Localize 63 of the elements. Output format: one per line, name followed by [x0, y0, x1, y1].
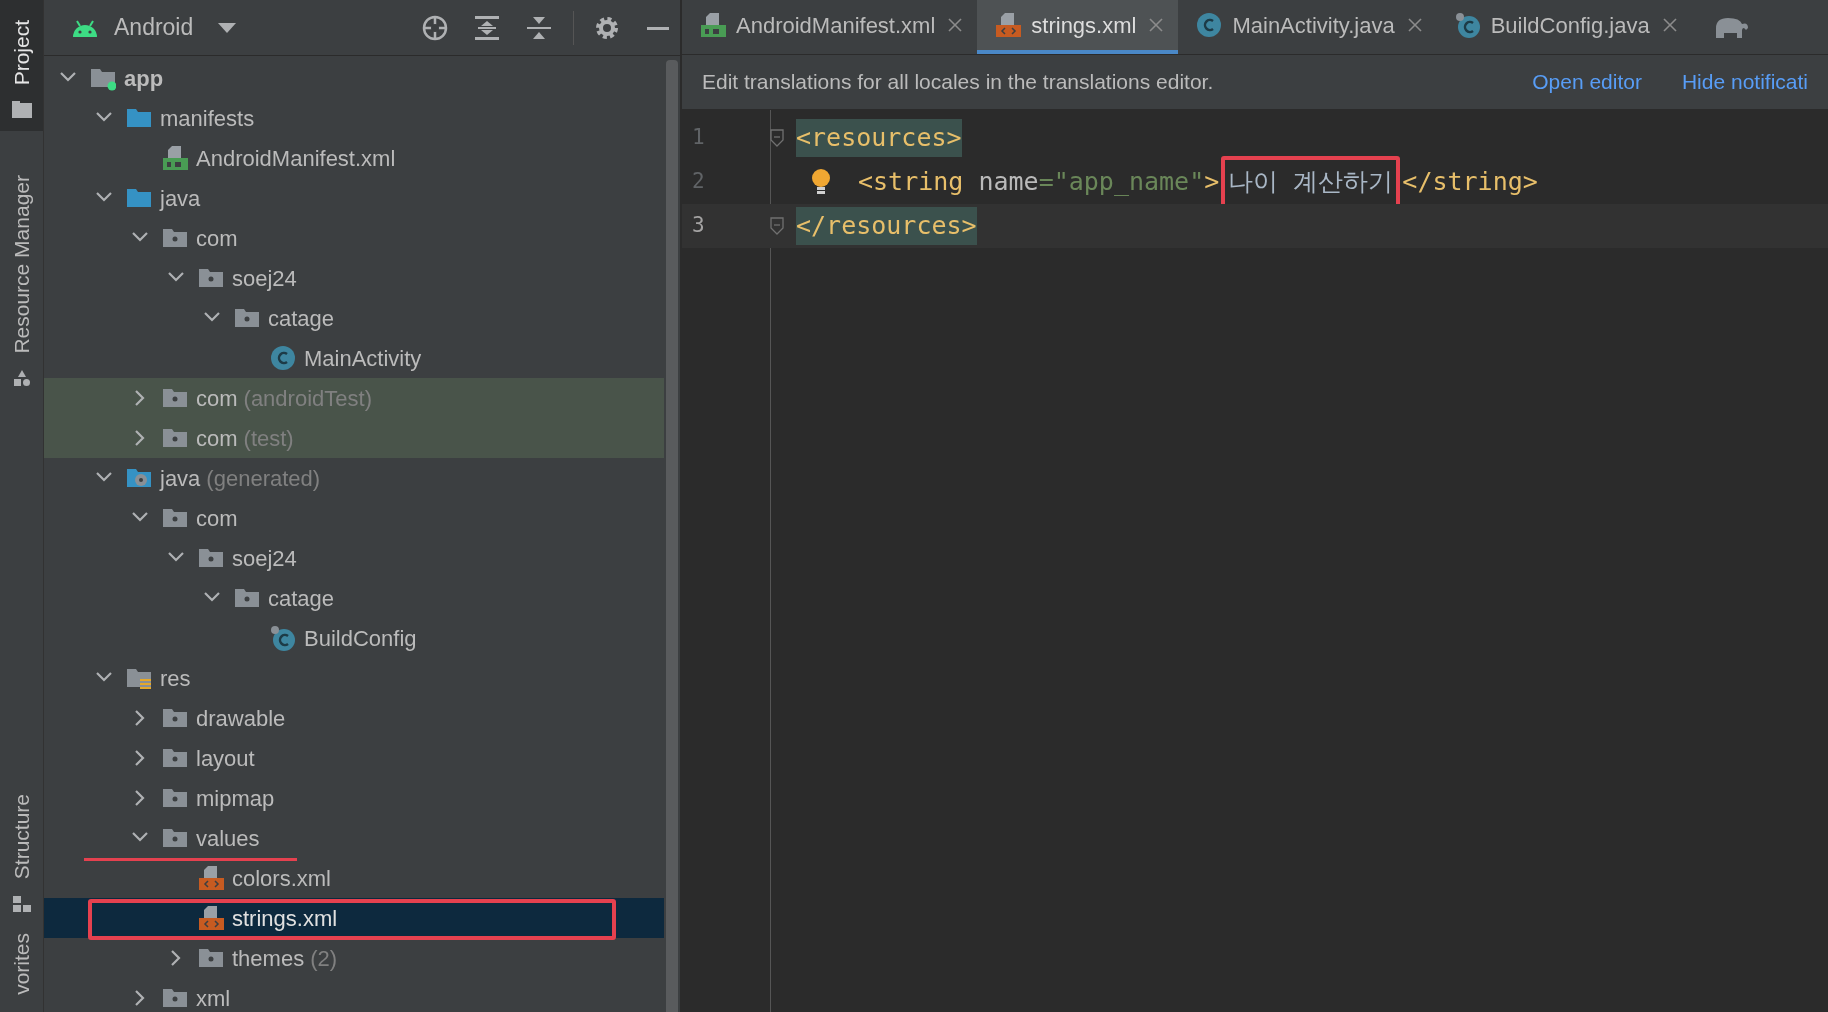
tree-item[interactable]: drawable	[44, 698, 664, 738]
tree-item[interactable]: com	[44, 498, 664, 538]
tool-window-tab[interactable]: Project	[0, 0, 43, 132]
locate-icon[interactable]	[421, 13, 449, 42]
manifest-file-icon	[700, 12, 726, 38]
line-number: 1	[691, 124, 706, 152]
tool-window-tab[interactable]: Structure	[0, 789, 43, 926]
tree-item[interactable]: catage	[44, 578, 664, 618]
tree-item[interactable]: strings.xml	[44, 898, 664, 938]
xml-tag: <resources>	[796, 119, 962, 157]
xml-file-icon	[198, 905, 224, 931]
manifest-file-icon	[162, 145, 188, 171]
xml-file-icon	[198, 865, 224, 891]
expand-all-icon[interactable]	[473, 13, 501, 42]
xml-tag: <string	[858, 163, 964, 201]
tree-item[interactable]: soej24	[44, 258, 664, 298]
tree-item[interactable]: values	[44, 818, 664, 858]
xml-file-icon	[995, 12, 1022, 38]
tree-item[interactable]: BuildConfig	[44, 618, 664, 658]
item-count-label: (2)	[310, 944, 338, 973]
string-text: 나이 계산하기	[1228, 166, 1394, 199]
tree-item[interactable]: app	[44, 58, 664, 98]
notification-link[interactable]: Hide notificati	[1681, 66, 1808, 98]
tree-item[interactable]: xml	[44, 978, 664, 1012]
tree-item[interactable]: java	[44, 178, 664, 218]
caret-icon	[217, 21, 238, 34]
tree-item[interactable]: colors.xml	[44, 858, 664, 898]
editor-tab[interactable]: AndroidManifest.xml	[682, 0, 978, 54]
editor-tab[interactable]: strings.xml	[977, 0, 1179, 54]
tree-item[interactable]: mipmap	[44, 778, 664, 818]
view-dropdown[interactable]: Android	[114, 10, 238, 45]
attribute-value: ="app_name"	[1038, 166, 1205, 199]
attribute-name: name	[977, 166, 1039, 199]
tree-item[interactable]: java (generated)	[44, 458, 664, 498]
settings-icon[interactable]	[594, 14, 620, 41]
editor-tab[interactable]: MainActivity.java	[1178, 0, 1437, 54]
tree-item[interactable]: AndroidManifest.xml	[44, 138, 664, 178]
tree-item[interactable]: soej24	[44, 538, 664, 578]
tree-item[interactable]: themes (2)	[44, 938, 664, 978]
tree-item[interactable]: catage	[44, 298, 664, 338]
tree-item[interactable]: manifests	[44, 98, 664, 138]
tree-item[interactable]: com	[44, 218, 664, 258]
class-icon	[270, 625, 296, 651]
tool-window-tab[interactable]: vorites	[0, 929, 43, 1005]
editor-tab[interactable]: BuildConfig.java	[1436, 0, 1692, 54]
class-icon	[270, 345, 296, 371]
notification-link[interactable]: Open editor	[1532, 66, 1642, 98]
line-number: 3	[691, 212, 706, 240]
tree-item[interactable]: layout	[44, 738, 664, 778]
fold-icon[interactable]	[769, 128, 785, 148]
fold-icon[interactable]	[769, 216, 785, 236]
notification-text: Edit translations for all locales in the translations editor.	[702, 69, 1214, 96]
xml-tag: >	[1204, 163, 1220, 201]
scrollbar[interactable]	[666, 60, 678, 1012]
xml-tag: </string>	[1402, 163, 1538, 201]
xml-tag: </resources>	[796, 207, 977, 245]
item-count-label: (generated)	[206, 464, 321, 493]
class-icon	[1196, 12, 1223, 38]
tree-item[interactable]: res	[44, 658, 664, 698]
line-number: 2	[691, 168, 706, 196]
tree-item[interactable]: MainActivity	[44, 338, 664, 378]
class-icon	[1454, 12, 1481, 38]
tool-window-tab[interactable]: Resource Manager	[0, 171, 43, 400]
